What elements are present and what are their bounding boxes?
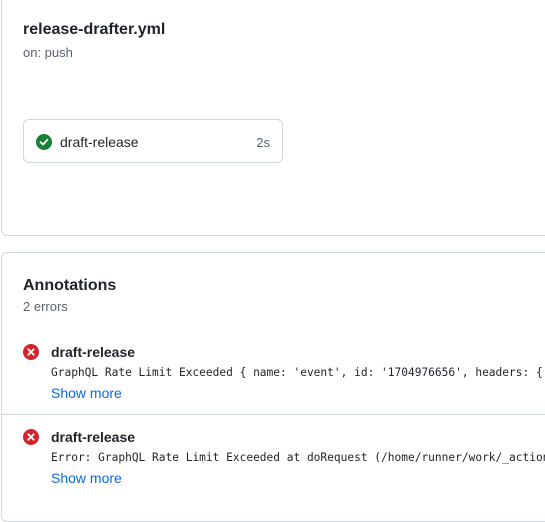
annotation-item: draft-release Error: GraphQL Rate Limit … xyxy=(2,414,545,500)
annotations-count: 2 errors xyxy=(23,299,68,314)
annotation-message: Error: GraphQL Rate Limit Exceeded at do… xyxy=(51,451,545,464)
annotation-job-name: draft-release xyxy=(51,344,136,360)
annotation-item: draft-release GraphQL Rate Limit Exceede… xyxy=(2,329,545,414)
check-circle-fill-icon xyxy=(36,134,52,150)
annotation-job-name: draft-release xyxy=(51,429,136,445)
x-circle-fill-icon xyxy=(23,429,39,445)
annotations-panel: Annotations 2 errors draft-release Graph… xyxy=(1,252,545,522)
annotation-message: GraphQL Rate Limit Exceeded { name: 'eve… xyxy=(51,366,545,379)
show-more-link[interactable]: Show more xyxy=(51,385,122,401)
annotations-title: Annotations xyxy=(23,277,117,294)
workflow-filename: release-drafter.yml xyxy=(23,21,166,38)
job-duration: 2s xyxy=(256,135,270,150)
job-card-draft-release[interactable]: draft-release 2s xyxy=(23,119,283,163)
workflow-graph-panel: release-drafter.yml on: push draft-relea… xyxy=(1,0,545,236)
job-name: draft-release xyxy=(60,134,139,150)
workflow-trigger: on: push xyxy=(23,45,73,60)
x-circle-fill-icon xyxy=(23,344,39,360)
show-more-link[interactable]: Show more xyxy=(51,470,122,486)
